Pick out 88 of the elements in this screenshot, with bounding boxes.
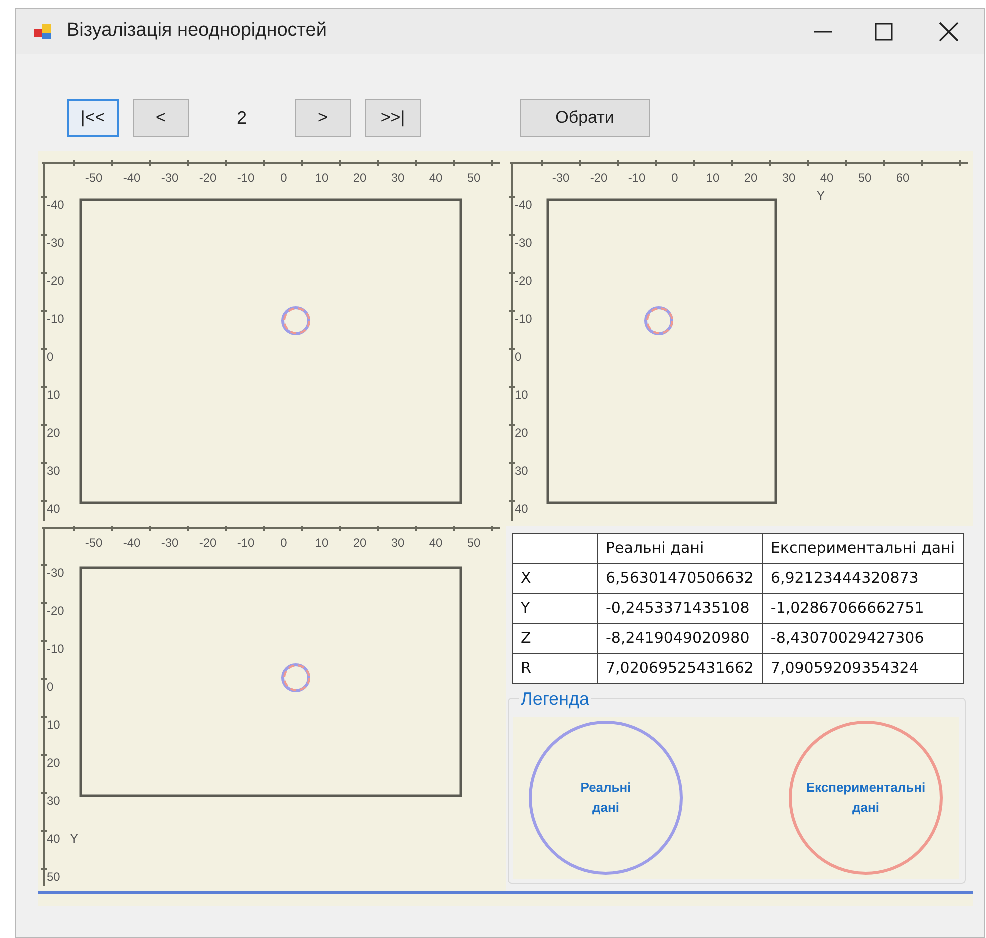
tick-label: 30 bbox=[391, 171, 405, 185]
tick-label: 0 bbox=[280, 171, 288, 185]
tick-label: 60 bbox=[896, 171, 910, 185]
tick-label: -20 bbox=[47, 274, 64, 288]
tick-label: 10 bbox=[315, 536, 329, 550]
nav-button[interactable]: < bbox=[133, 99, 189, 137]
circle-marker bbox=[282, 664, 310, 692]
tick-label: 20 bbox=[353, 536, 367, 550]
window-title: Візуалізація неоднорідностей bbox=[67, 19, 327, 44]
tick-label: 0 bbox=[280, 536, 288, 550]
tick-label: 10 bbox=[315, 171, 329, 185]
nav-button[interactable]: |<< bbox=[67, 99, 119, 137]
tick-label: -40 bbox=[515, 198, 532, 212]
tick-label: 0 bbox=[47, 680, 54, 694]
select-button[interactable]: Обрати bbox=[520, 99, 650, 137]
tick-label: -10 bbox=[237, 536, 255, 550]
tick-label: 30 bbox=[47, 464, 60, 478]
tick-label: -50 bbox=[85, 171, 103, 185]
table-cell: Z bbox=[512, 624, 598, 654]
table-cell: -8,2419049020980 bbox=[597, 624, 762, 654]
tick-label: 50 bbox=[858, 171, 872, 185]
axis-label: Y bbox=[816, 188, 826, 203]
tick-label: 40 bbox=[47, 832, 60, 846]
legend-label: Реальні дані bbox=[580, 779, 632, 817]
tick-label: 50 bbox=[467, 536, 481, 550]
tick-label: 0 bbox=[515, 350, 522, 364]
tick-label: 20 bbox=[47, 756, 60, 770]
table-cell: 7,02069525431662 bbox=[597, 654, 762, 684]
tick-label: 0 bbox=[672, 171, 678, 185]
circle-marker bbox=[282, 306, 310, 336]
tick-label: -30 bbox=[552, 171, 570, 185]
tick-label: -10 bbox=[515, 312, 532, 326]
table-cell: Реальні дані bbox=[597, 534, 762, 564]
circle-marker bbox=[644, 306, 674, 336]
tick-label: 30 bbox=[47, 794, 60, 808]
tick-label: 10 bbox=[47, 388, 60, 402]
app-icon bbox=[33, 22, 53, 40]
tick-label: 20 bbox=[744, 171, 758, 185]
table-cell: -8,43070029427306 bbox=[762, 624, 964, 654]
tick-label: -30 bbox=[161, 536, 179, 550]
tick-label: 30 bbox=[515, 464, 528, 478]
tick-label: 0 bbox=[47, 350, 54, 364]
tick-label: -40 bbox=[123, 171, 141, 185]
table-cell: 7,09059209354324 bbox=[762, 654, 964, 684]
table-cell: Експериментальні дані bbox=[762, 534, 964, 564]
tick-label: 20 bbox=[47, 426, 60, 440]
table-cell: -0,2453371435108 bbox=[597, 594, 762, 624]
tick-label: -20 bbox=[47, 604, 64, 618]
tick-label: 40 bbox=[820, 171, 834, 185]
tick-label: -30 bbox=[47, 236, 64, 250]
tick-label: -40 bbox=[123, 536, 141, 550]
tick-label: 50 bbox=[467, 171, 481, 185]
tick-label: 30 bbox=[782, 171, 796, 185]
tick-label: 40 bbox=[47, 502, 60, 516]
tick-label: 20 bbox=[515, 426, 528, 440]
tick-label: 50 bbox=[47, 870, 60, 884]
tick-label: 30 bbox=[391, 536, 405, 550]
tick-label: -20 bbox=[199, 171, 217, 185]
tick-label: -10 bbox=[237, 171, 255, 185]
tick-label: -10 bbox=[47, 312, 64, 326]
tick-label: 40 bbox=[429, 171, 443, 185]
table-cell: 6,56301470506632 bbox=[597, 564, 762, 594]
tick-label: 10 bbox=[47, 718, 60, 732]
tick-label: -40 bbox=[47, 198, 64, 212]
tick-label: 20 bbox=[353, 171, 367, 185]
tick-label: -30 bbox=[47, 566, 64, 580]
table-cell: Y bbox=[512, 594, 598, 624]
tick-label: -10 bbox=[628, 171, 646, 185]
nav-button[interactable]: >>| bbox=[365, 99, 422, 137]
tick-label: -30 bbox=[515, 236, 532, 250]
tick-label: -20 bbox=[590, 171, 608, 185]
axis-label: Y bbox=[70, 831, 79, 846]
nav-button[interactable]: > bbox=[295, 99, 352, 137]
tick-label: -50 bbox=[85, 536, 103, 550]
page-number: 2 bbox=[237, 106, 248, 130]
tick-label: 10 bbox=[706, 171, 720, 185]
table-cell: R bbox=[512, 654, 598, 684]
tick-label: -10 bbox=[47, 642, 64, 656]
tick-label: 40 bbox=[515, 502, 528, 516]
tick-label: -20 bbox=[515, 274, 532, 288]
table-cell: X bbox=[512, 564, 598, 594]
tick-label: -20 bbox=[199, 536, 217, 550]
tick-label: 10 bbox=[515, 388, 528, 402]
tick-label: 40 bbox=[429, 536, 443, 550]
table-cell: -1,02867066662751 bbox=[762, 594, 964, 624]
tick-label: -30 bbox=[161, 171, 179, 185]
legend-label: Експериментальні дані bbox=[806, 779, 926, 817]
table-cell: 6,92123444320873 bbox=[762, 564, 964, 594]
